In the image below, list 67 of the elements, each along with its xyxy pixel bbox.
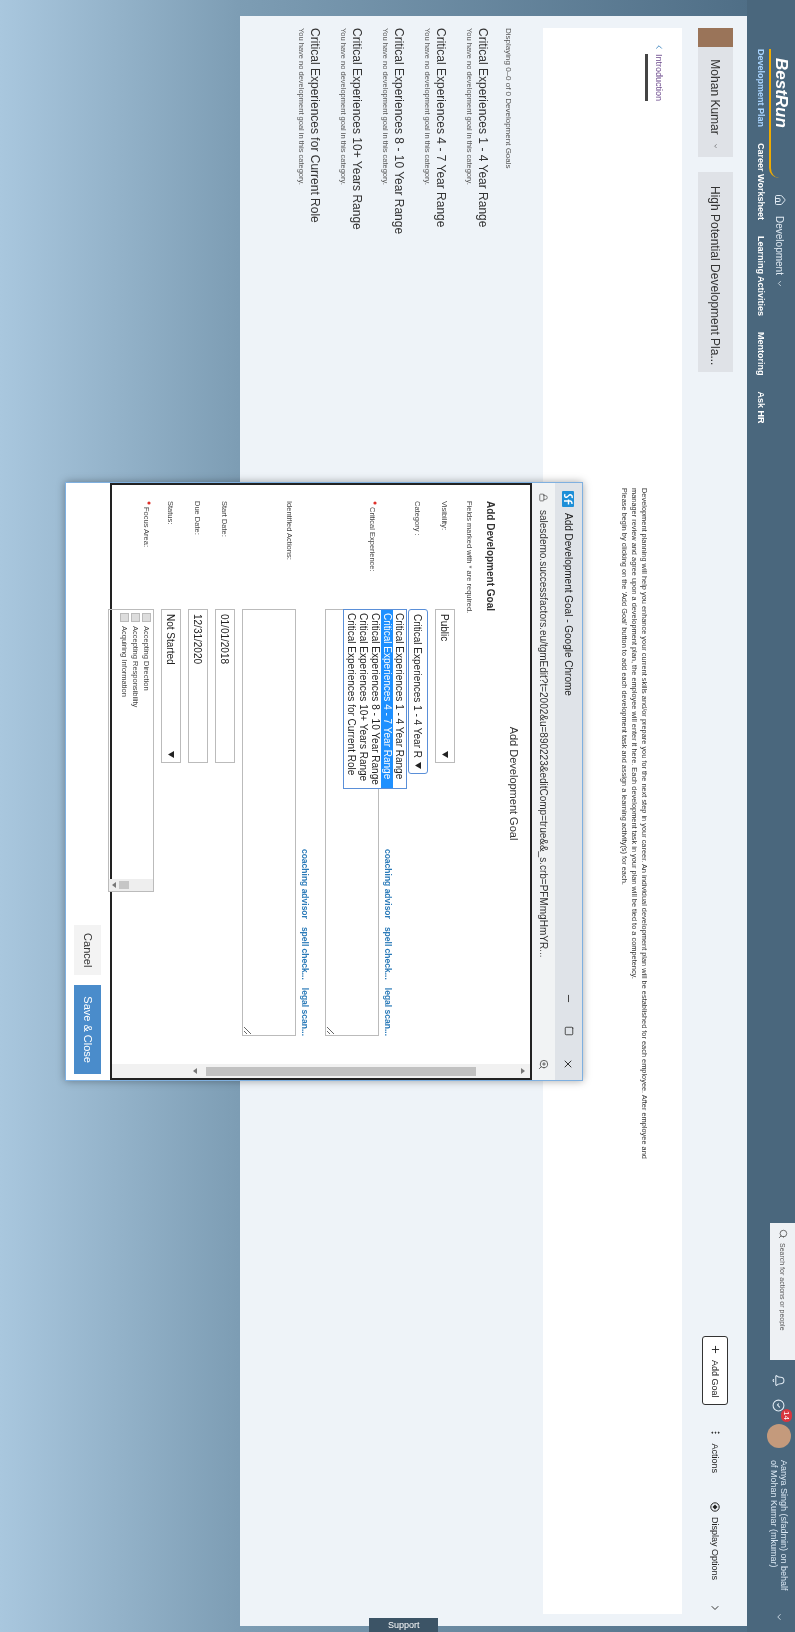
dropdown-option[interactable]: Critical Experiences 8 - 10 Year Range	[369, 610, 381, 788]
cancel-button[interactable]: Cancel	[74, 925, 102, 976]
category-title: Critical Experiences 8 - 10 Year Range	[392, 28, 406, 235]
search-icon	[778, 1229, 788, 1239]
nav-tab[interactable]: Mentoring	[756, 332, 766, 376]
toolbar-button[interactable]: Display Options	[702, 1494, 729, 1587]
maximize-icon[interactable]	[564, 1026, 575, 1036]
select-field[interactable]: Public	[435, 609, 455, 763]
date-field[interactable]: 12/31/2020	[188, 609, 208, 763]
category-title: Critical Experiences for Current Role	[308, 28, 322, 223]
scroll-thumb[interactable]	[206, 1066, 476, 1076]
scrollbar[interactable]	[112, 1064, 530, 1078]
save-button[interactable]: Save & Close	[74, 985, 102, 1074]
text-link[interactable]: spell check...	[382, 926, 393, 980]
photo-placeholder	[698, 28, 733, 48]
caret-icon	[442, 751, 448, 758]
form-title: Add Development Goal	[485, 501, 496, 613]
category-title: Critical Experiences 10+ Years Range	[350, 28, 364, 230]
nav-tab[interactable]: Ask HR	[756, 391, 766, 424]
up-arrow-icon[interactable]	[520, 1068, 526, 1074]
sf-logo-icon	[562, 491, 575, 507]
toolbar-button[interactable]: Actions	[702, 1420, 729, 1480]
diamond-icon	[710, 1501, 721, 1512]
support-tab[interactable]: Support	[369, 1618, 438, 1632]
required-icon	[373, 501, 377, 505]
date-field[interactable]: 01/01/2018	[215, 609, 235, 763]
nav-tab[interactable]: Career Worksheet	[756, 143, 766, 220]
text-link[interactable]: spell check...	[299, 926, 310, 980]
home-icon[interactable]	[774, 194, 786, 206]
chevron-down-icon[interactable]	[774, 1612, 784, 1622]
required-icon	[147, 501, 151, 505]
caret-icon	[415, 761, 421, 769]
text-link[interactable]: coaching advisor	[299, 848, 310, 919]
chevron-left-icon[interactable]	[654, 42, 664, 52]
intro-tab[interactable]: Introduction	[645, 54, 664, 102]
checkbox[interactable]	[131, 613, 140, 622]
person-dropdown[interactable]: Mohan Kumar	[698, 28, 733, 157]
scroll-thumb[interactable]	[119, 881, 129, 889]
down-arrow-icon[interactable]	[192, 1068, 198, 1074]
avatar[interactable]	[767, 1424, 791, 1448]
select-field[interactable]: Critical Experiences 1 - 4 Year R	[408, 609, 428, 774]
scrollbar[interactable]	[109, 879, 153, 891]
page-title: Add Development Goal	[508, 726, 520, 841]
checkbox[interactable]	[142, 613, 151, 622]
text-link[interactable]: legal scan...	[382, 987, 393, 1036]
text-link[interactable]: legal scan...	[299, 987, 310, 1036]
zoom-icon[interactable]	[538, 1059, 549, 1070]
window-title: Add Development Goal - Google Chrome	[563, 513, 574, 696]
logo[interactable]: BestRun	[769, 49, 791, 178]
category-title: Critical Experiences 4 - 7 Year Range	[434, 28, 448, 228]
caret-icon	[168, 751, 174, 758]
lock-icon	[539, 493, 548, 502]
plan-dropdown[interactable]: High Potential Development Pla...	[698, 172, 733, 372]
category-title: Critical Experiences 1 - 4 Year Range	[476, 28, 490, 228]
module-menu[interactable]: Development	[774, 216, 786, 288]
nav-tab[interactable]: Development Plan	[756, 49, 766, 128]
nav-tab[interactable]: Learning Activities	[756, 235, 766, 317]
check-circle-icon[interactable]	[772, 1399, 786, 1412]
checkbox[interactable]	[120, 613, 129, 622]
down-arrow-icon[interactable]	[111, 882, 117, 888]
text-link[interactable]: coaching advisor	[382, 848, 393, 919]
plus-icon	[710, 1343, 721, 1355]
bell-icon[interactable]	[772, 1374, 786, 1387]
user-name[interactable]: Aanya Singh (sfadmin) on behalf of Mohan Kumar (mkumar)	[769, 1460, 789, 1600]
select-field[interactable]: Not Started	[161, 609, 181, 763]
notification-badge: 14	[781, 1409, 793, 1422]
toolbar-button[interactable]: Add Goal	[702, 1335, 729, 1406]
